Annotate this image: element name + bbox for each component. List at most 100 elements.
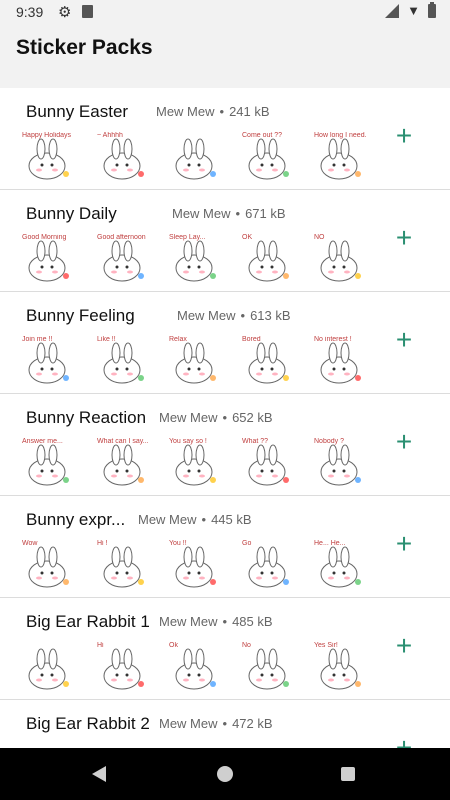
meta-separator: •	[222, 410, 228, 425]
sticker-pack-row[interactable]: Bunny expr... Mew Mew • 445 kB Wow Hi ! You…	[0, 496, 450, 598]
pack-size: 445 kB	[211, 512, 252, 527]
sticker-pack-list[interactable]: Bunny Easter Mew Mew • 241 kB Happy Holiday…	[0, 88, 450, 748]
page-title: Sticker Packs	[16, 36, 153, 59]
pack-size: 241 kB	[229, 104, 270, 119]
sticker-caption: OK	[242, 234, 253, 241]
sticker-preview: Relax	[167, 336, 221, 386]
sticker-caption: What can I say...	[97, 438, 149, 445]
status-icons: ▼	[385, 2, 436, 18]
sticker-caption: How long I need...	[314, 132, 366, 139]
status-time: 9:39	[16, 4, 44, 20]
recents-icon[interactable]	[341, 767, 355, 781]
sticker-pack-row[interactable]: Bunny Reaction Mew Mew • 652 kB Answer me..…	[0, 394, 450, 496]
sticker-caption: No	[242, 642, 251, 649]
sticker-caption: Ok	[169, 642, 178, 649]
sticker-preview-strip: Join me !! Like !! Relax Bored No intere…	[20, 336, 370, 388]
pack-title: Bunny Daily	[26, 204, 117, 223]
pack-title: Bunny Feeling	[26, 306, 135, 325]
add-pack-button[interactable]: +	[392, 326, 416, 354]
sticker-caption: What ??	[242, 438, 269, 445]
pack-author: Mew Mew	[159, 410, 218, 425]
sticker-pack-row[interactable]: Bunny Easter Mew Mew • 241 kB Happy Holiday…	[0, 88, 450, 190]
sticker-preview: You say so !	[167, 438, 221, 488]
sticker-preview: Happy Holidays	[20, 132, 74, 182]
sticker-preview: Ok	[167, 642, 221, 692]
pack-size: 671 kB	[245, 206, 286, 221]
sticker-caption: Bored	[242, 336, 261, 343]
meta-separator: •	[240, 308, 246, 323]
meta-separator: •	[222, 716, 228, 731]
sticker-caption: ~ Ahhhh	[97, 132, 123, 139]
back-icon[interactable]	[92, 766, 106, 782]
sticker-preview: Good afternoon	[95, 234, 149, 284]
pack-title: Big Ear Rabbit 2	[26, 714, 150, 733]
pack-size: 613 kB	[250, 308, 291, 323]
sticker-caption: Wow	[22, 540, 38, 547]
add-pack-button[interactable]: +	[392, 122, 416, 150]
add-pack-button[interactable]: +	[392, 734, 416, 749]
sticker-caption: Nobody ?	[314, 438, 344, 445]
sticker-caption: He... He...	[314, 540, 346, 547]
sticker-caption: Answer me...	[22, 438, 63, 445]
sticker-preview: OK	[240, 234, 294, 284]
pack-size: 485 kB	[232, 614, 273, 629]
pack-meta: Mew Mew • 652 kB	[159, 410, 273, 425]
sticker-preview: Go	[240, 540, 294, 590]
add-pack-button[interactable]: +	[392, 530, 416, 558]
sticker-preview: NO	[312, 234, 366, 284]
pack-author: Mew Mew	[156, 104, 215, 119]
sticker-preview: What ??	[240, 438, 294, 488]
sticker-caption: Happy Holidays	[22, 132, 72, 139]
pack-author: Mew Mew	[172, 206, 231, 221]
sticker-caption: Good Morning	[22, 234, 67, 241]
wifi-icon: ▼	[407, 3, 420, 18]
pack-title: Big Ear Rabbit 1	[26, 612, 150, 631]
sticker-caption: Join me !!	[22, 336, 53, 343]
sticker-caption: Good afternoon	[97, 234, 146, 241]
pack-title: Bunny Easter	[26, 102, 129, 121]
home-icon[interactable]	[217, 766, 233, 782]
pack-meta: Mew Mew • 485 kB	[159, 614, 273, 629]
pack-meta: Mew Mew • 241 kB	[156, 104, 270, 119]
sticker-preview-strip: Answer me... What can I say... You say s…	[20, 438, 370, 490]
sticker-pack-row[interactable]: Big Ear Rabbit 2 Mew Mew • 472 kB +	[0, 700, 450, 748]
sticker-preview-strip: Good Morning Good afternoon Sleep Lay...…	[20, 234, 370, 286]
meta-separator: •	[222, 614, 228, 629]
pack-author: Mew Mew	[138, 512, 197, 527]
sticker-caption: You !!	[169, 540, 187, 547]
sticker-preview: No	[240, 642, 294, 692]
sticker-preview: Join me !!	[20, 336, 74, 386]
pack-meta: Mew Mew • 671 kB	[172, 206, 286, 221]
sticker-caption: Come out ??	[242, 132, 283, 139]
pack-size: 652 kB	[232, 410, 273, 425]
sticker-preview: He... He...	[312, 540, 366, 590]
pack-size: 472 kB	[232, 716, 273, 731]
sticker-caption: Go	[242, 540, 252, 547]
sticker-preview: Bored	[240, 336, 294, 386]
sticker-preview-strip: Happy Holidays ~ Ahhhh Come out ?? How l…	[20, 132, 370, 184]
sticker-caption: Relax	[169, 336, 187, 343]
add-pack-button[interactable]: +	[392, 428, 416, 456]
sticker-preview-strip: Wow Hi ! You !! Go He... He...	[20, 540, 370, 592]
sticker-preview: Nobody ?	[312, 438, 366, 488]
status-bar: 9:39 ⚙ ▼	[0, 0, 450, 24]
pack-meta: Mew Mew • 613 kB	[177, 308, 291, 323]
sticker-caption: Sleep Lay...	[169, 234, 206, 241]
add-pack-button[interactable]: +	[392, 224, 416, 252]
pack-title: Bunny Reaction	[26, 408, 147, 427]
battery-icon	[428, 2, 436, 18]
sticker-preview: No interest !	[312, 336, 366, 386]
sticker-preview: Hi !	[95, 540, 149, 590]
sticker-caption: Hi !	[97, 540, 108, 547]
sticker-preview	[167, 132, 221, 182]
sticker-pack-row[interactable]: Bunny Daily Mew Mew • 671 kB Good Morning G…	[0, 190, 450, 292]
pack-author: Mew Mew	[177, 308, 236, 323]
sticker-caption: You say so !	[169, 438, 207, 445]
sticker-pack-row[interactable]: Big Ear Rabbit 1 Mew Mew • 485 kB Hi Ok	[0, 598, 450, 700]
meta-separator: •	[219, 104, 225, 119]
pack-title: Bunny expr...	[26, 510, 126, 529]
pack-meta: Mew Mew • 445 kB	[138, 512, 252, 527]
meta-separator: •	[235, 206, 241, 221]
add-pack-button[interactable]: +	[392, 632, 416, 660]
sticker-pack-row[interactable]: Bunny Feeling Mew Mew • 613 kB Join me !! L…	[0, 292, 450, 394]
